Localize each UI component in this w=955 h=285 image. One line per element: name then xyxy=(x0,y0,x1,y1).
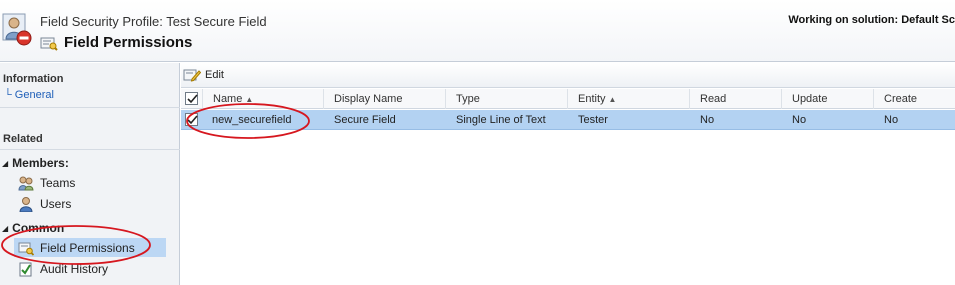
column-label: Create xyxy=(884,93,918,105)
column-header-update[interactable]: Update xyxy=(781,89,873,109)
table-row[interactable]: new_securefield Secure Field Single Line… xyxy=(181,110,955,130)
column-label: Update xyxy=(792,93,828,105)
field-permissions-icon xyxy=(40,35,58,51)
column-label: Name xyxy=(213,93,243,105)
page-title: Field Permissions xyxy=(64,34,193,51)
cell-read: No xyxy=(700,114,715,126)
sidebar-item-field-permissions[interactable]: Field Permissions xyxy=(14,238,166,257)
collapse-triangle-icon: ◢ xyxy=(2,223,9,233)
edit-icon xyxy=(183,69,201,82)
sidebar-item-audit-history[interactable]: Audit History xyxy=(14,259,166,278)
divider xyxy=(0,107,180,108)
field-permissions-icon xyxy=(18,240,35,256)
column-header-display-name[interactable]: Display Name xyxy=(323,89,445,109)
grid-header: Name ▲ Display Name Type Entity ▲ Read Upd… xyxy=(181,89,955,109)
sort-ascending-icon: ▲ xyxy=(608,95,617,104)
divider xyxy=(0,149,180,150)
related-section-title: Related xyxy=(3,133,43,145)
column-header-create[interactable]: Create xyxy=(873,89,955,109)
sidebar-item-general[interactable]: └ General xyxy=(4,89,54,101)
main-content: Edit Name ▲ Display Name Type Entity ▲ Rea… xyxy=(181,63,955,285)
field-security-profile-icon xyxy=(2,13,32,47)
row-checkbox[interactable] xyxy=(185,113,198,126)
user-icon xyxy=(18,196,34,212)
cell-name[interactable]: new_securefield xyxy=(202,110,292,130)
sidebar-item-label: Teams xyxy=(40,175,76,190)
cell-update: No xyxy=(792,114,807,126)
tree-connector-icon: └ xyxy=(4,89,12,101)
page-title-container: Field Permissions xyxy=(40,34,192,51)
select-all-checkbox[interactable] xyxy=(185,92,198,105)
column-label: Read xyxy=(700,93,727,105)
common-group[interactable]: ◢ Common xyxy=(2,221,64,235)
cell-entity: Tester xyxy=(578,114,608,126)
cell-type: Single Line of Text xyxy=(456,114,546,126)
breadcrumb: Field Security Profile: Test Secure Fiel… xyxy=(40,14,267,29)
sidebar-item-label: Audit History xyxy=(40,261,109,276)
sidebar: Information └ General Related ◢ Members: T… xyxy=(0,63,180,285)
cell-create: No xyxy=(884,114,899,126)
teams-icon xyxy=(18,175,34,191)
sidebar-item-label: General xyxy=(14,89,54,101)
column-header-name[interactable]: Name ▲ xyxy=(202,89,323,109)
column-label: Display Name xyxy=(334,93,403,105)
cell-display-name: Secure Field xyxy=(334,114,396,126)
group-label: Common xyxy=(12,221,65,235)
column-header-read[interactable]: Read xyxy=(689,89,781,109)
edit-button[interactable]: Edit xyxy=(183,67,224,83)
members-group[interactable]: ◢ Members: xyxy=(2,156,69,170)
sidebar-item-users[interactable]: Users xyxy=(14,194,166,213)
sidebar-item-label: Users xyxy=(40,196,72,211)
edit-label: Edit xyxy=(205,69,224,81)
sidebar-item-label: Field Permissions xyxy=(40,240,135,255)
audit-history-icon xyxy=(18,261,34,277)
toolbar: Edit xyxy=(181,63,955,88)
information-section-title: Information xyxy=(3,73,64,85)
solution-label: Working on solution: Default Sc xyxy=(788,14,955,26)
group-label: Members: xyxy=(12,156,69,170)
collapse-triangle-icon: ◢ xyxy=(2,158,9,168)
sidebar-item-teams[interactable]: Teams xyxy=(14,173,166,192)
column-label: Type xyxy=(456,93,480,105)
page-header: Field Security Profile: Test Secure Fiel… xyxy=(0,0,955,62)
column-header-entity[interactable]: Entity ▲ xyxy=(567,89,689,109)
column-label: Entity xyxy=(578,93,606,105)
column-header-type[interactable]: Type xyxy=(445,89,567,109)
sort-ascending-icon: ▲ xyxy=(245,95,254,104)
